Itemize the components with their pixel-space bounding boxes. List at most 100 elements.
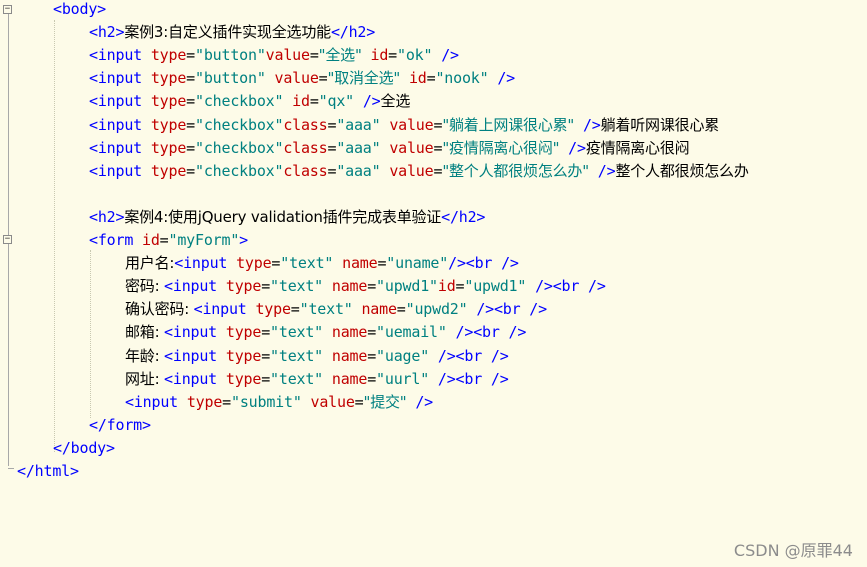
code-line[interactable]: 年龄: <input type="text" name="uage" /><br… bbox=[125, 346, 509, 369]
code-token-eq: = bbox=[309, 46, 319, 65]
code-token-tag: <input bbox=[164, 277, 226, 296]
code-token-tag: > bbox=[239, 231, 249, 249]
code-line[interactable]: <input type="submit" value="提交" /> bbox=[125, 392, 433, 415]
code-token-eq: = bbox=[388, 46, 398, 65]
code-token-val: "button" bbox=[195, 69, 266, 88]
code-token-tag: /> bbox=[568, 138, 586, 157]
code-token-eq: = bbox=[186, 46, 195, 65]
collapse-body-icon[interactable]: − bbox=[3, 5, 12, 14]
code-token-tag: <input bbox=[89, 69, 151, 88]
code-line[interactable]: <input type="checkbox" id="qx" />全选 bbox=[89, 91, 410, 114]
code-token-tag: /><br /> bbox=[455, 323, 527, 342]
code-token-val: "upwd1" bbox=[464, 277, 527, 296]
code-token-attr: type bbox=[150, 138, 187, 157]
code-token-attr: id bbox=[292, 92, 310, 111]
code-line[interactable]: <form id="myForm"> bbox=[89, 230, 248, 253]
code-token-attr: name bbox=[331, 369, 368, 388]
code-line[interactable]: 确认密码: <input type="text" name="upwd2" />… bbox=[125, 299, 547, 322]
code-token-txt: 躺着听网课很心累 bbox=[600, 115, 720, 134]
code-token-txt: 密码: bbox=[125, 277, 165, 296]
code-token-val: "aaa" bbox=[336, 161, 381, 180]
code-token-val: "uurl" bbox=[376, 369, 430, 388]
code-token-val: "myForm" bbox=[168, 231, 240, 249]
fold-line-form bbox=[8, 244, 9, 466]
code-line[interactable]: <h2>案例3:自定义插件实现全选功能</h2> bbox=[89, 22, 375, 45]
code-token-txt: 全选 bbox=[380, 92, 411, 111]
code-token-val: "checkbox" bbox=[195, 161, 284, 180]
code-token-tag: <input bbox=[89, 138, 151, 157]
code-token-eq: = bbox=[271, 254, 281, 273]
code-token-txt: 邮箱: bbox=[125, 323, 165, 342]
code-line[interactable]: <h2>案例4:使用jQuery validation插件完成表单验证</h2> bbox=[89, 207, 485, 230]
code-token-val: "button" bbox=[195, 46, 266, 65]
code-token-attr: type bbox=[236, 254, 272, 273]
code-token-val: "text" bbox=[270, 369, 324, 388]
code-token-attr: type bbox=[150, 69, 187, 88]
indent-guide-2 bbox=[90, 250, 91, 418]
code-token-tag: </html> bbox=[17, 462, 79, 480]
code-token-txt: 案例3:自定义插件实现全选功能 bbox=[124, 23, 331, 42]
code-line[interactable]: </body> bbox=[53, 438, 115, 461]
code-token-attr: type bbox=[225, 277, 262, 296]
code-token-eq: = bbox=[367, 346, 377, 365]
code-token-attr: id bbox=[142, 231, 160, 249]
collapse-form-icon[interactable]: − bbox=[3, 235, 12, 244]
code-token-eq: = bbox=[261, 277, 271, 296]
code-token-attr: type bbox=[255, 300, 291, 319]
code-token-attr: value bbox=[389, 115, 434, 134]
fold-end-marker bbox=[8, 468, 14, 469]
code-token-tag: /><br /> bbox=[448, 254, 519, 273]
code-token-attr: id bbox=[408, 69, 427, 88]
code-line[interactable]: <input type="checkbox"class="aaa" value=… bbox=[89, 161, 749, 184]
code-token-tag: /> bbox=[441, 46, 459, 65]
code-token-eq: = bbox=[186, 138, 195, 157]
code-token-eq: = bbox=[186, 92, 195, 111]
code-token-attr: name bbox=[331, 323, 368, 342]
code-token-tag: </form> bbox=[89, 415, 151, 434]
code-token-eq: = bbox=[290, 300, 300, 319]
code-token-eq: = bbox=[186, 161, 195, 180]
code-line[interactable]: <input type="checkbox"class="aaa" value=… bbox=[89, 138, 690, 161]
code-token-eq: = bbox=[367, 277, 377, 296]
code-token-attr: value bbox=[265, 46, 310, 65]
indent-guide-1 bbox=[54, 20, 55, 452]
code-token-attr: value bbox=[310, 392, 355, 411]
code-line[interactable]: </form> bbox=[89, 415, 151, 438]
code-token-tag: <input bbox=[89, 161, 151, 180]
code-token-attr: type bbox=[225, 346, 262, 365]
code-line[interactable]: 邮箱: <input type="text" name="uemail" /><… bbox=[125, 322, 526, 345]
code-token-val: "整个人都很烦怎么办" bbox=[442, 161, 589, 180]
code-line[interactable]: 网址: <input type="text" name="uurl" /><br… bbox=[125, 369, 509, 392]
code-token-attr: type bbox=[150, 46, 187, 65]
code-line[interactable]: 密码: <input type="text" name="upwd1"id="u… bbox=[125, 276, 606, 299]
code-line[interactable]: <body> bbox=[53, 0, 106, 22]
code-token-val: "uemail" bbox=[376, 323, 447, 342]
code-line[interactable]: <input type="button"value="全选" id="ok" /… bbox=[89, 45, 459, 68]
code-line[interactable]: </html> bbox=[17, 461, 79, 484]
fold-line-body bbox=[8, 14, 9, 238]
code-token-val: "全选" bbox=[318, 46, 362, 65]
code-token-val: "取消全选" bbox=[327, 69, 401, 88]
code-line[interactable]: <input type="checkbox"class="aaa" value=… bbox=[89, 115, 719, 138]
code-token-tag: <h2> bbox=[89, 23, 125, 42]
code-line[interactable]: <input type="button" value="取消全选" id="no… bbox=[89, 68, 515, 91]
code-token-attr: value bbox=[274, 69, 319, 88]
code-token-attr: type bbox=[225, 323, 262, 342]
code-token-tag: </h2> bbox=[330, 23, 376, 42]
code-token-tag: <input bbox=[89, 46, 151, 65]
code-token-val: "text" bbox=[270, 323, 324, 342]
code-token-tag: <form bbox=[89, 231, 142, 249]
code-token-txt: 用户名: bbox=[125, 254, 175, 273]
code-line[interactable]: 用户名:<input type="text" name="uname"/><br… bbox=[125, 253, 519, 276]
code-token-eq: = bbox=[433, 138, 443, 157]
